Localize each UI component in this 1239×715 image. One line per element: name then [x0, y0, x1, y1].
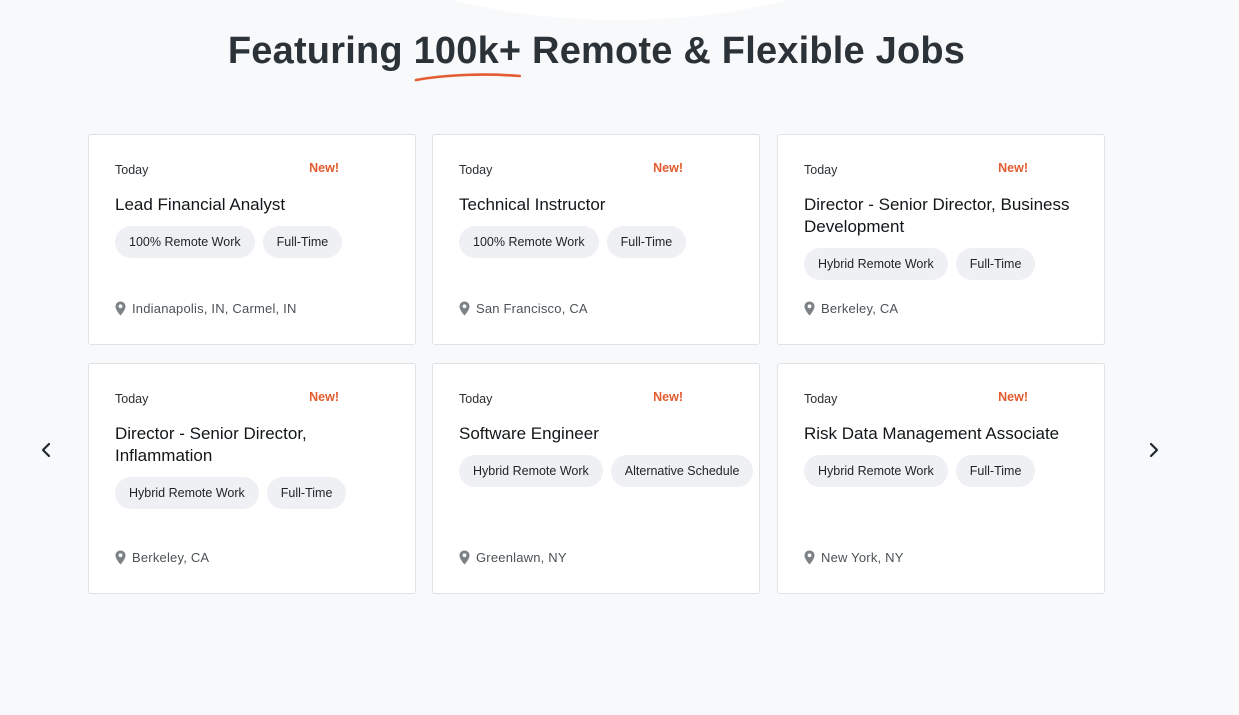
job-card[interactable]: Today New! Director - Senior Director, Inf… — [88, 363, 416, 594]
job-location-text: Berkeley, CA — [132, 550, 210, 565]
job-tag: Hybrid Remote Work — [459, 455, 603, 487]
new-badge: New! — [309, 390, 339, 404]
underline-swoosh-icon — [414, 73, 521, 82]
job-posted-date: Today — [459, 392, 493, 406]
job-location-text: New York, NY — [821, 550, 904, 565]
job-card[interactable]: Today New! Lead Financial Analyst 100% Remo… — [88, 134, 416, 345]
job-title-link[interactable]: Lead Financial Analyst — [115, 194, 405, 216]
heading-text-after: Remote & Flexible Jobs — [521, 30, 966, 72]
new-badge: New! — [309, 161, 339, 175]
job-tags: 100% Remote Work Full-Time — [459, 226, 754, 258]
job-title-link[interactable]: Technical Instructor — [459, 194, 749, 216]
job-tags: Hybrid Remote Work Full-Time — [804, 248, 1099, 280]
job-tags: Hybrid Remote Work Alternative Schedule — [459, 455, 754, 487]
job-tag: Full-Time — [955, 455, 1036, 487]
job-tags: Hybrid Remote Work Full-Time — [804, 455, 1099, 487]
job-tag: Alternative Schedule — [610, 455, 754, 487]
map-pin-icon — [804, 550, 815, 565]
job-location-text: Indianapolis, IN, Carmel, IN — [132, 301, 297, 316]
job-cards-grid: Today New! Lead Financial Analyst 100% Remo… — [88, 134, 1105, 594]
new-badge: New! — [998, 390, 1028, 404]
job-location: Berkeley, CA — [804, 301, 898, 316]
map-pin-icon — [115, 301, 126, 316]
section-heading: Featuring 100k+ Remote & Flexible Jobs — [0, 30, 1193, 82]
job-tag: 100% Remote Work — [115, 226, 255, 258]
job-location: San Francisco, CA — [459, 301, 588, 316]
job-location-text: San Francisco, CA — [476, 301, 588, 316]
carousel-prev-button[interactable] — [36, 438, 56, 462]
job-tag: Hybrid Remote Work — [115, 477, 259, 509]
job-location: Greenlawn, NY — [459, 550, 567, 565]
chevron-left-icon — [41, 442, 51, 458]
job-location: New York, NY — [804, 550, 904, 565]
job-posted-date: Today — [115, 392, 149, 406]
job-title-link[interactable]: Director - Senior Director, Business Dev… — [804, 194, 1094, 238]
carousel-next-button[interactable] — [1144, 438, 1164, 462]
job-location-text: Greenlawn, NY — [476, 550, 567, 565]
job-title-link[interactable]: Director - Senior Director, Inflammation — [115, 423, 405, 467]
job-posted-date: Today — [804, 163, 838, 177]
new-badge: New! — [653, 161, 683, 175]
job-card[interactable]: Today New! Risk Data Management Associate H… — [777, 363, 1105, 594]
job-tags: Hybrid Remote Work Full-Time — [115, 477, 410, 509]
job-posted-date: Today — [115, 163, 149, 177]
map-pin-icon — [459, 550, 470, 565]
job-location-text: Berkeley, CA — [821, 301, 899, 316]
heading-accent: 100k+ — [413, 30, 522, 82]
job-tag: Full-Time — [606, 226, 687, 258]
job-tag: Full-Time — [266, 477, 347, 509]
job-card[interactable]: Today New! Technical Instructor 100% Remote… — [432, 134, 760, 345]
new-badge: New! — [998, 161, 1028, 175]
job-tag: Hybrid Remote Work — [804, 455, 948, 487]
job-tag: Full-Time — [262, 226, 343, 258]
map-pin-icon — [115, 550, 126, 565]
job-location: Indianapolis, IN, Carmel, IN — [115, 301, 297, 316]
map-pin-icon — [804, 301, 815, 316]
job-tag: Hybrid Remote Work — [804, 248, 948, 280]
job-posted-date: Today — [459, 163, 493, 177]
decorative-arc — [330, 0, 910, 20]
job-tags: 100% Remote Work Full-Time — [115, 226, 410, 258]
job-tag: Full-Time — [955, 248, 1036, 280]
job-card[interactable]: Today New! Director - Senior Director, Bus… — [777, 134, 1105, 345]
heading-text-before: Featuring — [227, 30, 414, 72]
chevron-right-icon — [1149, 442, 1159, 458]
page: Featuring 100k+ Remote & Flexible Jobs T… — [0, 0, 1239, 715]
job-posted-date: Today — [804, 392, 838, 406]
job-location: Berkeley, CA — [115, 550, 209, 565]
job-tag: 100% Remote Work — [459, 226, 599, 258]
job-card[interactable]: Today New! Software Engineer Hybrid Remote … — [432, 363, 760, 594]
new-badge: New! — [653, 390, 683, 404]
job-title-link[interactable]: Risk Data Management Associate — [804, 423, 1094, 445]
job-title-link[interactable]: Software Engineer — [459, 423, 749, 445]
heading-accent-text: 100k+ — [413, 30, 522, 72]
map-pin-icon — [459, 301, 470, 316]
